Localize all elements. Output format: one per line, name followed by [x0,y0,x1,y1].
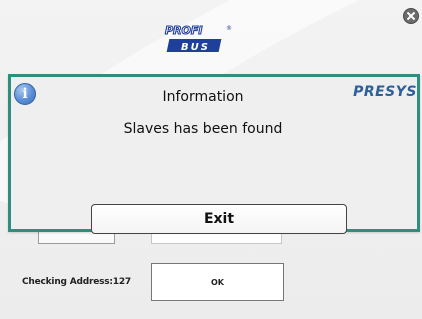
profibus-logo: PROFI BUS ® [164,23,232,53]
dialog-message: Slaves has been found [11,121,417,137]
checking-address-label: Checking Address:127 [22,277,131,287]
close-icon[interactable] [403,8,419,24]
presys-brand-logo: PRESYS [353,84,417,100]
logo-bottom-word: BUS [181,42,210,53]
ok-button[interactable]: OK [151,263,284,301]
information-dialog: i Information PRESYS Slaves has been fou… [8,74,420,234]
logo-top-word: PROFI [165,24,203,37]
dialog-message-text: Slaves has been found [123,121,283,137]
registered-mark: ® [226,25,232,32]
dialog-title-text: Information [162,89,244,105]
exit-button[interactable]: Exit [91,204,347,234]
